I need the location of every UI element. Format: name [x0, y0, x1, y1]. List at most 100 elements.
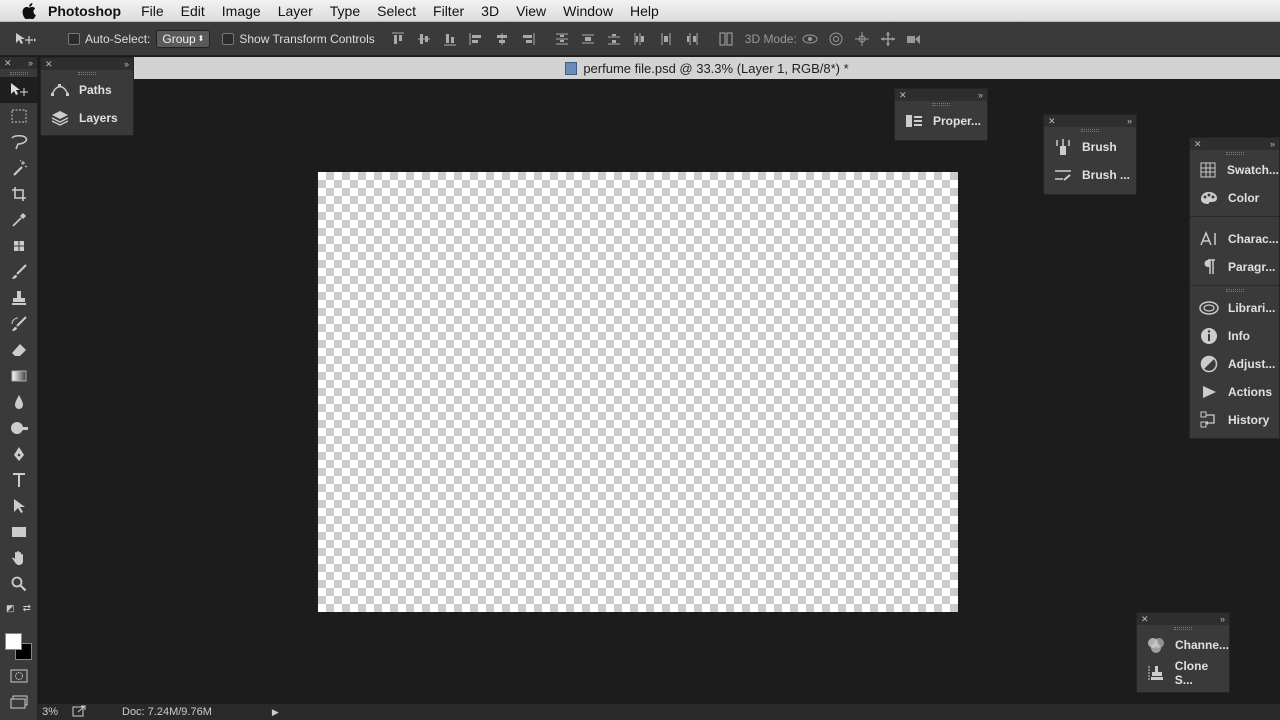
align-bottom-icon[interactable] [437, 22, 463, 56]
app-name-menu[interactable]: Photoshop [48, 3, 121, 19]
close-icon[interactable]: ✕ [1048, 116, 1056, 127]
lasso-tool-icon[interactable] [0, 129, 38, 155]
character-label: Charac... [1228, 232, 1279, 246]
panel-item-color[interactable]: Color [1190, 184, 1279, 212]
type-tool-icon[interactable] [0, 467, 38, 493]
menu-type[interactable]: Type [330, 3, 360, 19]
color-swatches[interactable] [5, 633, 35, 661]
align-vcenter-icon[interactable] [411, 22, 437, 56]
clone-stamp-icon[interactable] [0, 285, 38, 311]
menu-select[interactable]: Select [377, 3, 416, 19]
zoom-tool-icon[interactable] [0, 571, 38, 597]
distribute-left-icon[interactable] [627, 22, 653, 56]
panel-item-history[interactable]: History [1190, 406, 1279, 434]
3d-scale-icon[interactable] [901, 22, 927, 56]
panel-item-clone-source[interactable]: Clone S... [1137, 659, 1229, 687]
panel-item-libraries[interactable]: Librari... [1190, 294, 1279, 322]
panel-item-character[interactable]: Charac... [1190, 225, 1279, 253]
eyedropper-icon[interactable] [0, 207, 38, 233]
distribute-top-icon[interactable] [549, 22, 575, 56]
export-icon[interactable] [72, 705, 86, 720]
screen-mode-icon[interactable] [10, 695, 28, 714]
expand-icon[interactable]: » [978, 90, 983, 100]
quick-mask-icon[interactable] [10, 669, 28, 688]
menu-file[interactable]: File [141, 3, 164, 19]
crop-tool-icon[interactable] [0, 181, 38, 207]
healing-brush-icon[interactable] [0, 233, 38, 259]
panel-item-layers[interactable]: Layers [41, 104, 133, 132]
transform-controls-checkbox[interactable]: Show Transform Controls [222, 32, 375, 46]
close-icon[interactable]: ✕ [1141, 614, 1149, 625]
align-top-icon[interactable] [385, 22, 411, 56]
auto-align-icon[interactable] [713, 22, 739, 56]
panel-item-properties[interactable]: Proper... [895, 107, 987, 135]
swap-colors-icon[interactable]: ⇄ [23, 603, 31, 615]
zoom-level[interactable]: 3% [38, 706, 58, 718]
panel-item-info[interactable]: Info [1190, 322, 1279, 350]
document-canvas[interactable] [318, 172, 958, 612]
pen-tool-icon[interactable] [0, 441, 38, 467]
distribute-bottom-icon[interactable] [601, 22, 627, 56]
history-brush-icon[interactable] [0, 311, 38, 337]
panel-item-adjustments[interactable]: Adjust... [1190, 350, 1279, 378]
panel-item-actions[interactable]: Actions [1190, 378, 1279, 406]
collapse-icon[interactable]: » [28, 58, 33, 68]
foreground-color-swatch[interactable] [5, 633, 22, 650]
panel-item-brush-settings[interactable]: Brush ... [1044, 161, 1136, 189]
rectangle-tool-icon[interactable] [0, 519, 38, 545]
menu-help[interactable]: Help [630, 3, 659, 19]
move-tool-icon[interactable] [0, 77, 38, 103]
marquee-tool-icon[interactable] [0, 103, 38, 129]
expand-icon[interactable]: » [1127, 116, 1132, 126]
panel-item-paragraph[interactable]: Paragr... [1190, 253, 1279, 281]
3d-slide-icon[interactable] [875, 22, 901, 56]
apple-icon[interactable] [20, 0, 38, 22]
expand-icon[interactable]: » [124, 59, 129, 69]
menu-image[interactable]: Image [222, 3, 261, 19]
magic-wand-icon[interactable] [0, 155, 38, 181]
transform-controls-check[interactable] [222, 32, 235, 45]
brush-tool-icon[interactable] [0, 259, 38, 285]
3d-roll-icon[interactable] [823, 22, 849, 56]
align-right-icon[interactable] [515, 22, 541, 56]
menu-filter[interactable]: Filter [433, 3, 464, 19]
document-tab[interactable]: perfume file.psd @ 33.3% (Layer 1, RGB/8… [134, 57, 1280, 79]
close-icon[interactable]: ✕ [4, 58, 12, 69]
panel-item-brush[interactable]: Brush [1044, 133, 1136, 161]
blur-tool-icon[interactable] [0, 389, 38, 415]
menu-view[interactable]: View [516, 3, 546, 19]
expand-icon[interactable]: » [1220, 614, 1225, 624]
auto-select-check[interactable] [68, 32, 80, 45]
align-hcenter-icon[interactable] [489, 22, 515, 56]
align-left-icon[interactable] [463, 22, 489, 56]
brush-settings-label: Brush ... [1082, 168, 1131, 182]
close-icon[interactable]: ✕ [1194, 139, 1202, 150]
close-icon[interactable]: ✕ [899, 90, 907, 101]
gradient-tool-icon[interactable] [0, 363, 38, 389]
close-icon[interactable]: ✕ [45, 59, 53, 70]
eraser-tool-icon[interactable] [0, 337, 38, 363]
path-selection-icon[interactable] [0, 493, 38, 519]
distribute-vcenter-icon[interactable] [575, 22, 601, 56]
menu-window[interactable]: Window [563, 3, 613, 19]
distribute-right-icon[interactable] [679, 22, 705, 56]
auto-select-checkbox[interactable]: Auto-Select: [68, 32, 150, 46]
panel-item-swatches[interactable]: Swatch... [1190, 156, 1279, 184]
dodge-tool-icon[interactable] [0, 415, 38, 441]
auto-select-dropdown[interactable]: Group ⬍ [156, 29, 211, 48]
panel-grip[interactable] [0, 69, 37, 77]
3d-rotate-icon[interactable] [797, 22, 823, 56]
panel-item-channels[interactable]: Channe... [1137, 631, 1229, 659]
default-colors-icon[interactable]: ◩ [6, 603, 15, 615]
3d-pan-icon[interactable] [849, 22, 875, 56]
menu-edit[interactable]: Edit [181, 3, 205, 19]
move-tool-preset-icon[interactable] [0, 22, 50, 56]
distribute-hcenter-icon[interactable] [653, 22, 679, 56]
hand-tool-icon[interactable] [0, 545, 38, 571]
expand-icon[interactable]: » [1270, 139, 1275, 149]
menu-layer[interactable]: Layer [278, 3, 313, 19]
panel-grip[interactable] [1190, 286, 1279, 294]
panel-item-paths[interactable]: Paths [41, 76, 133, 104]
menu-3d[interactable]: 3D [481, 3, 499, 19]
status-menu-arrow-icon[interactable]: ▶ [272, 707, 279, 718]
